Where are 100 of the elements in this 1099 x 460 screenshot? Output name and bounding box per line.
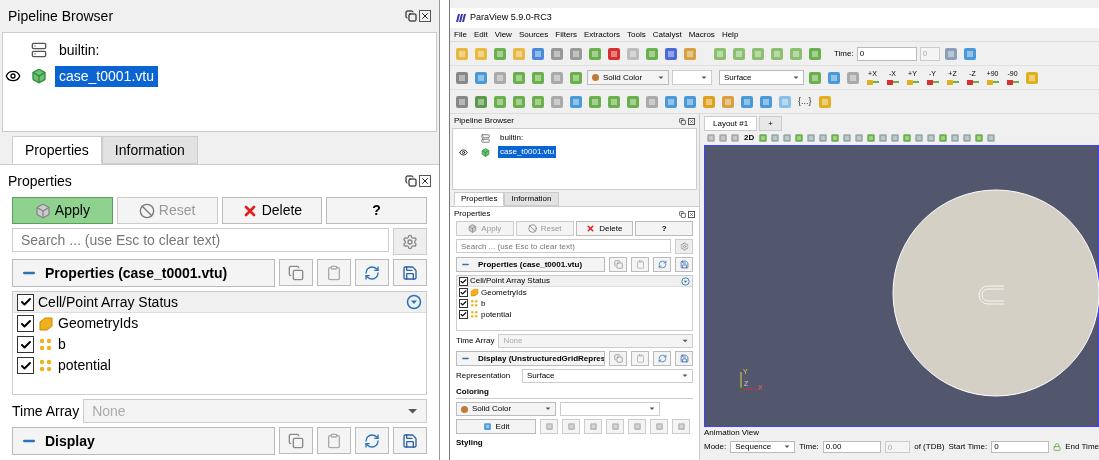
settings-button[interactable]	[393, 228, 427, 255]
paste-button[interactable]	[631, 257, 649, 272]
projection-button[interactable]: 2D	[742, 132, 757, 144]
checkbox[interactable]	[459, 276, 468, 286]
scalar-bar-button[interactable]	[650, 419, 668, 434]
apply-button[interactable]: Apply	[12, 197, 113, 224]
copy-button[interactable]	[279, 259, 313, 286]
copy-button[interactable]	[609, 351, 627, 366]
search-field[interactable]: Search ... (use Esc to clear text)	[12, 228, 389, 252]
help-button[interactable]: ?	[326, 197, 427, 224]
menu-item[interactable]: View	[494, 28, 512, 41]
help-button[interactable]: ?	[635, 221, 693, 236]
array-name: potential	[481, 308, 512, 321]
annotation-button[interactable]	[672, 419, 690, 434]
tab[interactable]: Information	[504, 192, 559, 206]
start-time-field[interactable]: 0	[991, 441, 1050, 453]
pipeline-item[interactable]: case_t0001.vtu	[55, 65, 158, 87]
menu-item[interactable]: Help	[721, 28, 739, 41]
float-icon[interactable]	[405, 10, 417, 22]
time-field[interactable]: 0.00	[822, 441, 881, 453]
cell-data-icon	[38, 315, 54, 332]
menu-item[interactable]: File	[454, 28, 467, 41]
save-button[interactable]	[675, 351, 693, 366]
menu-item[interactable]: Sources	[518, 28, 549, 41]
reload-button[interactable]	[653, 257, 671, 272]
close-icon[interactable]	[688, 210, 695, 218]
paste-button[interactable]	[317, 427, 351, 454]
checkbox[interactable]	[459, 310, 468, 319]
menu-item[interactable]: Extractors	[584, 28, 621, 41]
float-icon[interactable]	[405, 175, 417, 187]
pipeline-item[interactable]: case_t0001.vtu	[498, 146, 557, 158]
reset-icon	[138, 202, 155, 219]
pipeline-item[interactable]: builtin:	[498, 132, 526, 144]
save-button[interactable]	[393, 427, 427, 454]
checkbox[interactable]	[459, 299, 468, 308]
checkbox[interactable]	[17, 315, 34, 332]
lock-map-button[interactable]	[540, 419, 558, 434]
section-header[interactable]: Display	[12, 427, 275, 455]
rescale-custom-button[interactable]	[584, 419, 602, 434]
settings-button[interactable]	[675, 239, 693, 254]
layout-tab[interactable]: Layout #1	[704, 116, 758, 131]
tab[interactable]: Information	[101, 136, 198, 164]
checkbox[interactable]	[17, 293, 34, 311]
mode-dropdown[interactable]: Sequence	[730, 441, 796, 453]
panel-title: Properties	[8, 171, 72, 191]
edit-button[interactable]: Edit	[456, 419, 536, 434]
close-icon[interactable]	[688, 117, 695, 125]
component-dropdown[interactable]	[560, 402, 660, 416]
save-button[interactable]	[393, 259, 427, 286]
color-by-dropdown[interactable]: Solid Color	[587, 70, 669, 85]
coloring-dropdown[interactable]: Solid Color	[456, 402, 556, 416]
menu-item[interactable]: Catalyst	[652, 28, 682, 41]
menu-item[interactable]: Macros	[688, 28, 715, 41]
checkbox[interactable]	[17, 336, 34, 353]
layout-tab[interactable]: +	[759, 116, 782, 131]
section-header[interactable]: Properties (case_t0001.vtu)	[12, 259, 275, 287]
menu-item[interactable]: Filters	[555, 28, 578, 41]
copy-button[interactable]	[609, 257, 627, 272]
filter-icon[interactable]	[681, 276, 690, 286]
reload-button[interactable]	[653, 351, 671, 366]
pipeline-item[interactable]: builtin:	[55, 39, 104, 61]
eye-icon[interactable]	[5, 68, 21, 84]
time-field[interactable]: 0	[856, 46, 917, 61]
tab[interactable]: Properties	[454, 192, 505, 206]
reload-button[interactable]	[355, 259, 389, 286]
menu-item[interactable]: Tools	[627, 28, 646, 41]
representation-dropdown[interactable]: Surface	[522, 369, 693, 383]
paste-button[interactable]	[317, 259, 351, 286]
field-label: Time Array	[12, 401, 80, 421]
component-dropdown[interactable]	[672, 70, 712, 85]
paste-button[interactable]	[631, 351, 649, 366]
filter-icon[interactable]	[406, 294, 422, 310]
rescale-visible-button[interactable]	[628, 419, 646, 434]
section-header[interactable]: Properties (case_t0001.vtu)	[456, 257, 605, 272]
representation-dropdown[interactable]: Surface	[719, 70, 804, 85]
array-name: b	[481, 297, 486, 310]
checkbox[interactable]	[459, 288, 468, 297]
rescale-time-button[interactable]	[606, 419, 624, 434]
panel-title: Animation View	[704, 427, 759, 439]
section-header[interactable]: Display (UnstructuredGridRepres	[456, 351, 605, 366]
macro-button[interactable]: {...}	[796, 94, 814, 109]
float-icon[interactable]	[679, 210, 686, 218]
close-icon[interactable]	[419, 175, 431, 187]
save-button[interactable]	[675, 257, 693, 272]
float-icon[interactable]	[679, 117, 686, 125]
delete-button[interactable]: Delete	[575, 221, 634, 236]
menu-item[interactable]: Edit	[473, 28, 488, 41]
field-label: Start Time:	[948, 441, 988, 453]
copy-button[interactable]	[279, 427, 313, 454]
delete-button[interactable]: Delete	[221, 197, 323, 224]
checkbox[interactable]	[17, 357, 34, 374]
reload-button[interactable]	[355, 427, 389, 454]
tab[interactable]: Properties	[12, 136, 102, 164]
rescale-button[interactable]	[562, 419, 580, 434]
close-icon[interactable]	[419, 10, 431, 22]
search-field[interactable]: Search ... (use Esc to clear text)	[456, 239, 671, 253]
column-header: Cell/Point Array Status	[38, 292, 180, 312]
eye-icon[interactable]	[458, 147, 468, 157]
window-title: ParaView 5.9.0-RC3	[470, 11, 552, 25]
copy-icon	[613, 260, 623, 269]
